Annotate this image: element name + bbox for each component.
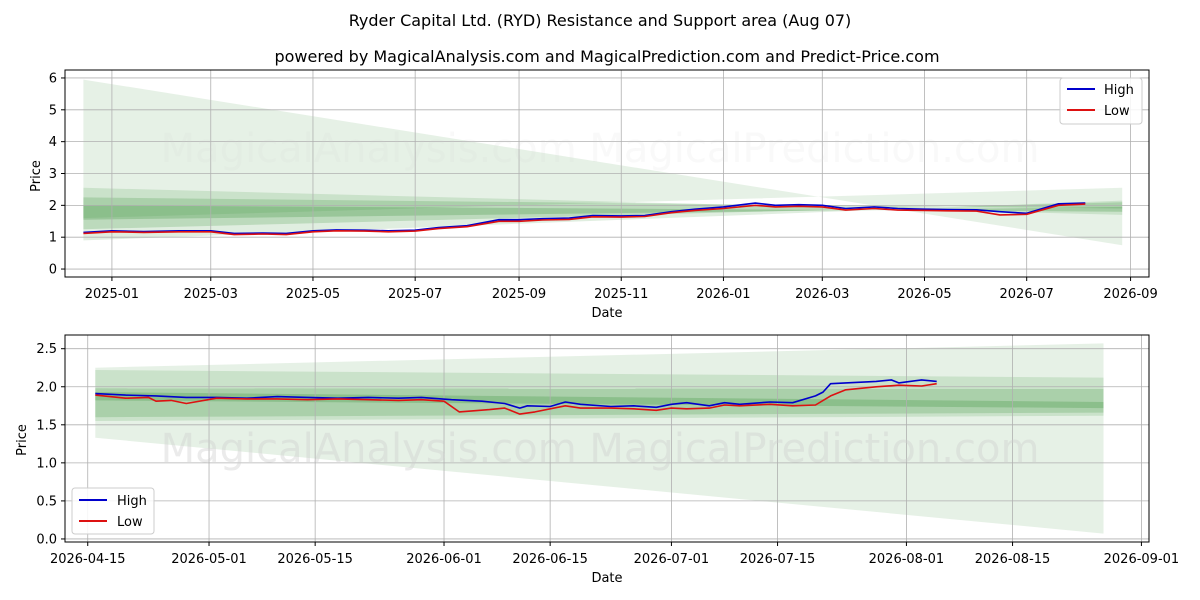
top-grid xyxy=(65,70,1149,277)
top-y-tick-label: 4 xyxy=(49,135,57,150)
bottom-plot: MagicalAnalysis.com MagicalPrediction.co… xyxy=(15,334,1179,586)
bottom-x-tick-label: 2026-04-15 xyxy=(50,552,126,567)
chart-subtitle: powered by MagicalAnalysis.com and Magic… xyxy=(274,47,939,66)
top-x-tick-label: 2026-05 xyxy=(897,287,951,302)
top-y-tick-label: 2 xyxy=(49,199,57,214)
top-x-axis-label: Date xyxy=(591,306,622,321)
bottom-legend-low-label: Low xyxy=(117,515,143,530)
top-legend: High Low xyxy=(1059,77,1143,125)
bottom-y-tick-label: 0.0 xyxy=(36,532,57,547)
top-x-ticks: 2025-01 2025-03 2025-05 2025-07 2025-09 2025-… xyxy=(85,277,1158,302)
bottom-y-tick-label: 2.0 xyxy=(36,380,57,395)
bottom-y-ticks: 0.0 0.5 1.0 1.5 2.0 2.5 xyxy=(36,342,65,547)
top-y-tick-label: 6 xyxy=(49,71,57,86)
bottom-y-tick-label: 1.0 xyxy=(36,456,57,471)
top-y-tick-label: 0 xyxy=(49,263,57,278)
figure: Ryder Capital Ltd. (RYD) Resistance and … xyxy=(15,11,1179,586)
top-x-tick-label: 2025-11 xyxy=(594,287,648,302)
top-x-tick-label: 2026-01 xyxy=(696,287,750,302)
top-x-tick-label: 2025-05 xyxy=(286,287,340,302)
bottom-x-ticks: 2026-04-15 2026-05-01 2026-05-15 2026-06-01… xyxy=(50,542,1179,567)
top-y-ticks: 0 1 2 3 4 5 6 xyxy=(49,71,65,278)
top-legend-low-label: Low xyxy=(1104,104,1130,119)
top-plot: MagicalAnalysis.com MagicalPrediction.co… xyxy=(29,69,1158,321)
bottom-y-tick-label: 0.5 xyxy=(36,494,57,509)
top-y-tick-label: 3 xyxy=(49,167,57,182)
bottom-legend-high-label: High xyxy=(117,494,147,509)
top-watermark: MagicalAnalysis.com MagicalPrediction.co… xyxy=(161,126,1040,172)
top-y-tick-label: 5 xyxy=(49,103,57,118)
bottom-x-axis-label: Date xyxy=(591,571,622,586)
top-x-tick-label: 2026-09 xyxy=(1103,287,1157,302)
top-x-tick-label: 2025-09 xyxy=(492,287,546,302)
bottom-x-tick-label: 2026-08-01 xyxy=(869,552,945,567)
top-y-axis-label: Price xyxy=(29,160,44,192)
bottom-y-tick-label: 2.5 xyxy=(36,342,57,357)
bottom-x-tick-label: 2026-09-01 xyxy=(1104,552,1180,567)
top-x-tick-label: 2026-07 xyxy=(1000,287,1054,302)
chart-title: Ryder Capital Ltd. (RYD) Resistance and … xyxy=(349,11,852,30)
bottom-legend: High Low xyxy=(71,487,155,535)
bottom-x-tick-label: 2026-06-15 xyxy=(512,552,588,567)
bottom-y-tick-label: 1.5 xyxy=(36,418,57,433)
top-x-tick-label: 2025-03 xyxy=(184,287,238,302)
bottom-x-tick-label: 2026-08-15 xyxy=(975,552,1051,567)
top-x-tick-label: 2026-03 xyxy=(795,287,849,302)
bottom-x-tick-label: 2026-07-15 xyxy=(740,552,816,567)
bottom-x-tick-label: 2026-06-01 xyxy=(406,552,482,567)
top-x-tick-label: 2025-07 xyxy=(388,287,442,302)
bottom-x-tick-label: 2026-07-01 xyxy=(634,552,710,567)
bottom-y-axis-label: Price xyxy=(15,424,30,456)
top-legend-high-label: High xyxy=(1104,83,1134,98)
top-x-tick-label: 2025-01 xyxy=(85,287,139,302)
bottom-watermark: MagicalAnalysis.com MagicalPrediction.co… xyxy=(161,426,1040,472)
bottom-x-tick-label: 2026-05-01 xyxy=(171,552,247,567)
top-y-tick-label: 1 xyxy=(49,231,57,246)
bottom-x-tick-label: 2026-05-15 xyxy=(277,552,353,567)
